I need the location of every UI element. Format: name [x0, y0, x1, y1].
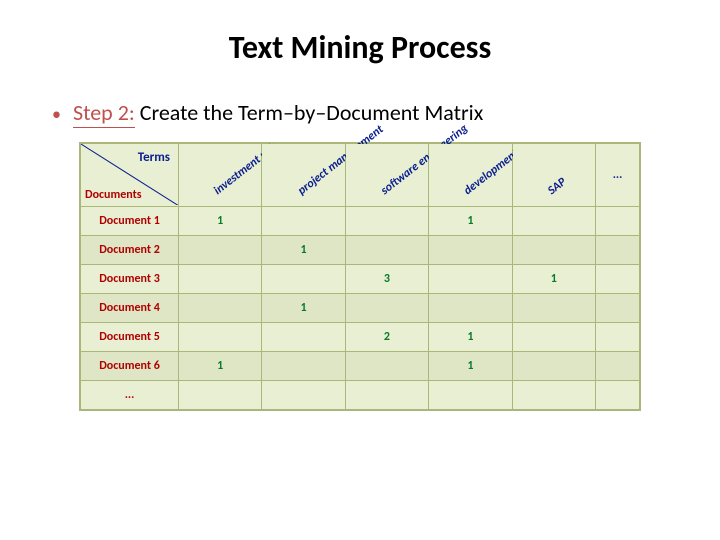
table-row: Document 6 1 1: [81, 352, 640, 381]
table-row: Document 5 2 1: [81, 323, 640, 352]
cell: [596, 207, 640, 236]
cell: [512, 294, 595, 323]
term-header: investment risk: [179, 144, 262, 207]
step-text: Create the Term–by–Document Matrix: [135, 99, 484, 126]
cell: [262, 323, 345, 352]
matrix-corner: Terms Documents: [81, 144, 179, 207]
cell: 1: [429, 352, 512, 381]
cell: [179, 294, 262, 323]
cell: [596, 265, 640, 294]
cell: [179, 323, 262, 352]
cell: [596, 294, 640, 323]
cell: [179, 381, 262, 410]
cell: [262, 381, 345, 410]
cell: 2: [345, 323, 428, 352]
cell: [429, 265, 512, 294]
cell: [596, 323, 640, 352]
cell: 1: [512, 265, 595, 294]
cell: [179, 265, 262, 294]
table-row: Document 1 1 1: [81, 207, 640, 236]
cell: [596, 381, 640, 410]
bullet-step2: • Step 2: Create the Term–by–Document Ma…: [52, 99, 720, 126]
cell: [262, 265, 345, 294]
slide-title: Text Mining Process: [0, 28, 720, 67]
doc-name: Document 6: [81, 352, 179, 381]
cell: [596, 352, 640, 381]
cell: [429, 294, 512, 323]
matrix-table: Terms Documents investment risk project …: [80, 143, 640, 410]
cell: [345, 294, 428, 323]
term-header: project management: [262, 144, 345, 207]
term-header: development: [429, 144, 512, 207]
term-header: SAP: [512, 144, 595, 207]
cell: 1: [429, 323, 512, 352]
cell: 1: [429, 207, 512, 236]
table-row-ellipsis: ...: [81, 381, 640, 410]
doc-name-ellipsis: ...: [81, 381, 179, 410]
cell: [512, 323, 595, 352]
cell: [512, 381, 595, 410]
cell: [179, 236, 262, 265]
cell: [345, 236, 428, 265]
cell: 1: [179, 352, 262, 381]
cell: [596, 236, 640, 265]
bullet-dot-icon: •: [52, 103, 61, 125]
term-header-ellipsis: ...: [596, 144, 640, 207]
doc-name: Document 5: [81, 323, 179, 352]
cell: [345, 207, 428, 236]
cell: 3: [345, 265, 428, 294]
term-header: software engineering: [345, 144, 428, 207]
cell: [429, 381, 512, 410]
step-label: Step 2:: [73, 99, 135, 128]
cell: 1: [262, 236, 345, 265]
doc-name: Document 1: [81, 207, 179, 236]
cell: [512, 236, 595, 265]
cell: [345, 352, 428, 381]
table-row: Document 4 1: [81, 294, 640, 323]
cell: 1: [262, 294, 345, 323]
documents-axis-label: Documents: [85, 188, 142, 202]
table-row: Document 3 3 1: [81, 265, 640, 294]
doc-name: Document 2: [81, 236, 179, 265]
terms-axis-label: Terms: [138, 150, 170, 165]
doc-name: Document 3: [81, 265, 179, 294]
table-row: Document 2 1: [81, 236, 640, 265]
cell: [512, 352, 595, 381]
cell: [345, 381, 428, 410]
cell: [512, 207, 595, 236]
cell: [262, 207, 345, 236]
cell: [429, 236, 512, 265]
term-document-matrix: Terms Documents investment risk project …: [79, 142, 641, 411]
cell: [262, 352, 345, 381]
cell: 1: [179, 207, 262, 236]
doc-name: Document 4: [81, 294, 179, 323]
